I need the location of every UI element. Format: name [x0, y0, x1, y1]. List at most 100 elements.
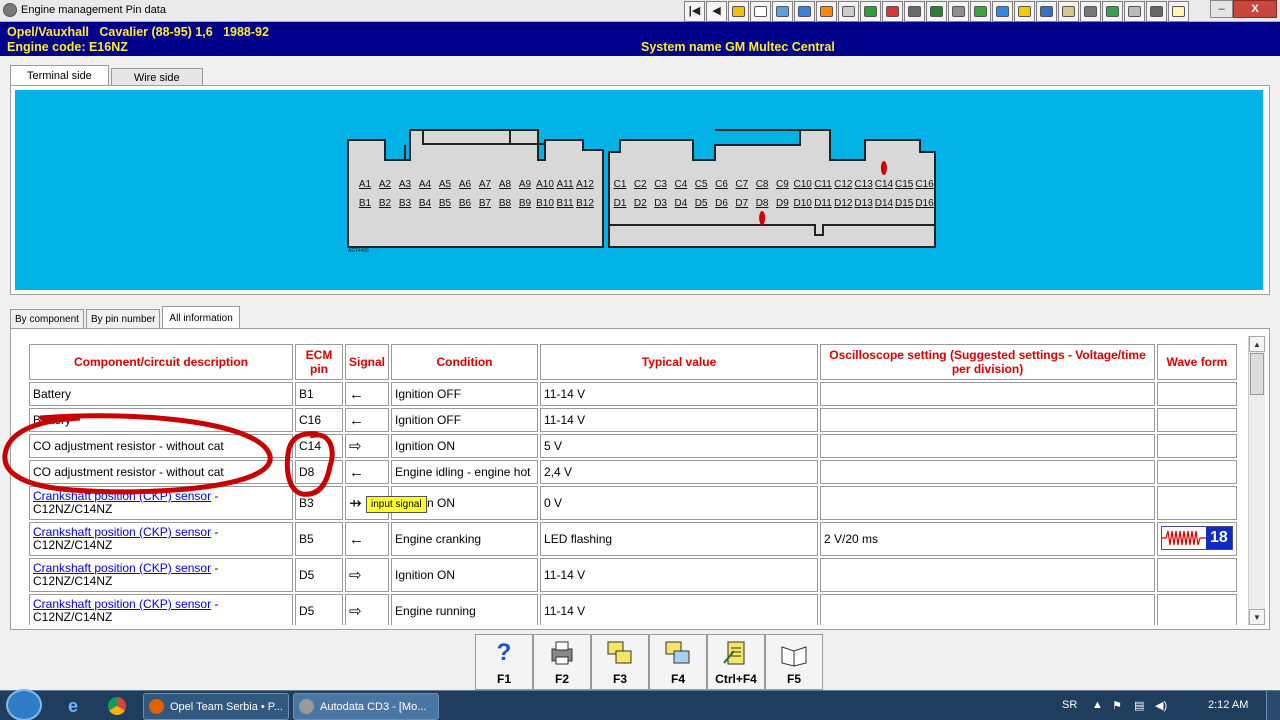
pin-label: D5	[695, 198, 708, 209]
car-toolbar-button[interactable]	[992, 1, 1013, 22]
pencil-icon	[974, 6, 987, 17]
info-icon	[1150, 6, 1163, 17]
pin-label: D6	[715, 198, 728, 209]
cell-ecm-pin: B1	[295, 382, 343, 406]
cell-signal[interactable]: ⇨	[345, 558, 390, 592]
gauge-toolbar-button[interactable]	[838, 1, 859, 22]
clipboard-toolbar-button[interactable]	[1168, 1, 1189, 22]
flag-icon[interactable]: ⚑	[1112, 699, 1122, 712]
vehicle-name: Opel/Vauxhall Cavalier (88-95) 1,6 1988-…	[7, 25, 269, 39]
pin-label: A12	[576, 179, 594, 190]
cable-toolbar-button[interactable]	[1080, 1, 1101, 22]
taskbar-item-autodata[interactable]: Autodata CD3 - [Mo...	[293, 693, 439, 720]
cell-wave-form	[1157, 434, 1237, 458]
language-indicator[interactable]: SR	[1062, 699, 1077, 711]
taskbar-item-firefox[interactable]: Opel Team Serbia • P...	[143, 693, 289, 720]
tools-toolbar-button[interactable]	[882, 1, 903, 22]
ctrl-f4-edit-button[interactable]: Ctrl+F4	[707, 634, 765, 690]
close-button[interactable]: X	[1233, 0, 1277, 18]
f5-book-button[interactable]: F5	[765, 634, 823, 690]
scroll-down-button[interactable]: ▼	[1249, 609, 1265, 625]
pin-label: C10	[794, 179, 813, 190]
start-button[interactable]	[6, 689, 42, 720]
f3-copy-button[interactable]: F3	[591, 634, 649, 690]
component-link[interactable]: Crankshaft position (CKP) sensor	[33, 525, 211, 539]
cell-signal[interactable]: ←	[345, 522, 390, 556]
scroll-thumb[interactable]	[1250, 353, 1264, 395]
cell-signal[interactable]: ←	[345, 460, 390, 484]
cell-condition: Ignition ON	[391, 434, 539, 458]
cable-icon	[1084, 6, 1097, 17]
previous-record-button[interactable]: ◀	[706, 1, 727, 22]
meter-icon	[1040, 6, 1053, 17]
tab-all-information[interactable]: All information	[162, 306, 240, 329]
table-scrollbar[interactable]: ▲ ▼	[1248, 336, 1265, 625]
show-desktop-button[interactable]	[1266, 691, 1280, 720]
wave-form-button[interactable]: 18	[1161, 526, 1233, 550]
document-toolbar-button[interactable]	[750, 1, 771, 22]
pin-label: C8	[756, 179, 769, 190]
tray-arrow-icon[interactable]: ▲	[1092, 699, 1103, 711]
autodata-icon	[299, 699, 314, 714]
chrome-icon[interactable]	[102, 694, 132, 718]
battery-icon	[864, 6, 877, 17]
info-toolbar-button[interactable]	[1146, 1, 1167, 22]
fan-icon	[1106, 6, 1119, 17]
volume-icon[interactable]: ◀)	[1155, 699, 1167, 712]
header-ecm-pin: ECM pin	[295, 344, 343, 380]
warning-toolbar-button[interactable]	[728, 1, 749, 22]
tab-by-pin-number[interactable]: By pin number	[85, 309, 161, 329]
minimize-button[interactable]: –	[1210, 0, 1233, 18]
clock[interactable]: 2:12 AM	[1208, 699, 1248, 711]
first-record-button[interactable]: |◀	[684, 1, 705, 22]
graph-toolbar-button[interactable]	[772, 1, 793, 22]
engine-toolbar-button[interactable]	[1124, 1, 1145, 22]
exit-toolbar-button[interactable]	[926, 1, 947, 22]
component-link[interactable]: Crankshaft position (CKP) sensor	[33, 561, 211, 575]
wrench-toolbar-button[interactable]	[948, 1, 969, 22]
cell-typical-value: 11-14 V	[540, 594, 819, 625]
f2-print-button[interactable]: F2	[533, 634, 591, 690]
component-link[interactable]: Crankshaft position (CKP) sensor	[33, 597, 211, 611]
plug-toolbar-button[interactable]	[1014, 1, 1035, 22]
cell-oscilloscope	[820, 408, 1156, 432]
function-key-bar: ? F1 F2 F3 F4 Ctrl+F4 F5	[475, 634, 823, 690]
pin-label: C2	[634, 179, 647, 190]
meter-toolbar-button[interactable]	[1036, 1, 1057, 22]
cell-signal[interactable]: ⇨	[345, 434, 390, 458]
cell-condition: Engine running	[391, 594, 539, 625]
cell-wave-form	[1157, 382, 1237, 406]
document-icon	[754, 6, 767, 17]
pin-label: C1	[614, 179, 627, 190]
cell-signal[interactable]: ←	[345, 382, 390, 406]
sensor-toolbar-button[interactable]	[1058, 1, 1079, 22]
tab-wire-side[interactable]: Wire side	[110, 68, 203, 86]
tools-icon	[886, 6, 899, 17]
internet-explorer-icon[interactable]: e	[58, 694, 88, 718]
wiring-toolbar-button[interactable]	[904, 1, 925, 22]
firefox-icon	[149, 699, 164, 714]
clipboard-icon	[1172, 6, 1185, 17]
cell-condition: Engine idling - engine hot	[391, 460, 539, 484]
cell-ecm-pin: B5	[295, 522, 343, 556]
tab-terminal-side[interactable]: Terminal side	[10, 65, 109, 86]
sensor-icon	[1062, 6, 1075, 17]
network-icon[interactable]: ▤	[1134, 699, 1144, 712]
pin-label: C3	[654, 179, 667, 190]
tool-toolbar-button[interactable]	[794, 1, 815, 22]
f1-help-button[interactable]: ? F1	[475, 634, 533, 690]
pin-label: A1	[359, 179, 372, 190]
f4-export-button[interactable]: F4	[649, 634, 707, 690]
gear-toolbar-button[interactable]	[816, 1, 837, 22]
scroll-up-button[interactable]: ▲	[1249, 336, 1265, 352]
pencil-toolbar-button[interactable]	[970, 1, 991, 22]
tab-by-component[interactable]: By component	[10, 309, 84, 329]
cell-signal[interactable]: ←	[345, 408, 390, 432]
cell-oscilloscope	[820, 382, 1156, 406]
fan-toolbar-button[interactable]	[1102, 1, 1123, 22]
battery-toolbar-button[interactable]	[860, 1, 881, 22]
cell-signal[interactable]: ⇨	[345, 594, 390, 625]
pin-label: D1	[614, 198, 627, 209]
pin-label: D15	[895, 198, 914, 209]
pin-label: D13	[854, 198, 873, 209]
